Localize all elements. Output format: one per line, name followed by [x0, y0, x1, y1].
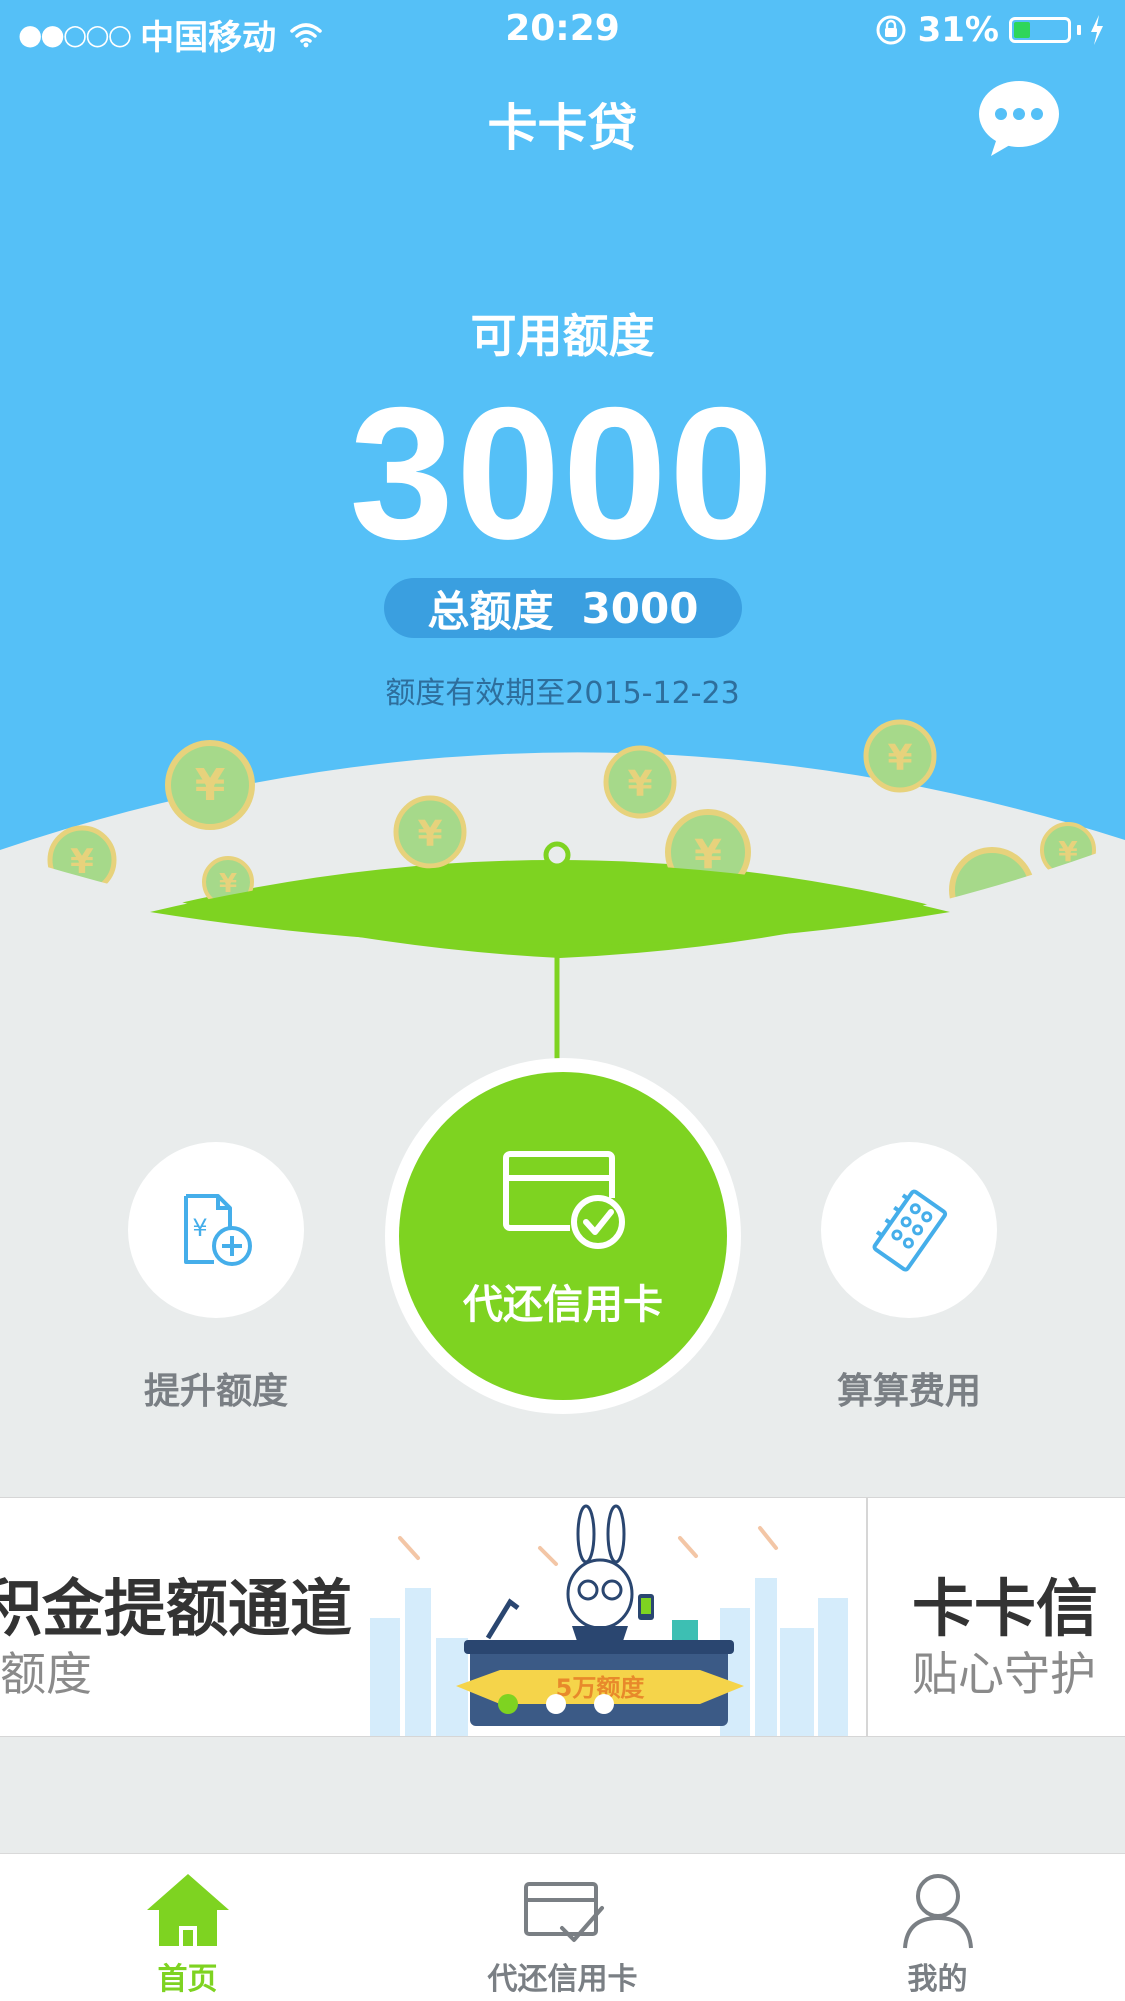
- svg-text:¥: ¥: [887, 738, 912, 779]
- battery-icon: [1009, 17, 1071, 43]
- card-check-icon: [503, 1151, 625, 1249]
- raise-credit-label: 提升额度: [143, 1371, 288, 1412]
- banner-title: 积金提额通道: [0, 1572, 353, 1645]
- chat-bubble-icon[interactable]: [973, 78, 1065, 160]
- carousel-indicator: [498, 1694, 614, 1714]
- fee-calculator-label: 算算费用: [836, 1371, 981, 1412]
- receipt-calculator-icon: [872, 1189, 948, 1272]
- tab-mine-label: 我的: [907, 1962, 968, 1997]
- total-credit-pill: 总额度 3000: [384, 578, 742, 638]
- rotation-lock-icon: [876, 15, 906, 45]
- app-screen: ●●○○○ 中国移动 20:29 31% 卡卡贷 可用额度 3000 总额度 3…: [0, 0, 1125, 2001]
- battery-level: [1014, 22, 1030, 38]
- banner-next-subtitle: 贴心守护: [912, 1647, 1096, 1701]
- tab-home[interactable]: 首页: [0, 1854, 375, 2001]
- status-right: 31%: [874, 10, 1105, 50]
- banner-divider: [866, 1498, 868, 1736]
- quick-actions: ¥ 提升额度 代还信用卡 算算费用: [0, 1000, 1125, 1480]
- banner-next-title: 卡卡信: [912, 1572, 1099, 1645]
- raise-credit-button[interactable]: ¥: [128, 1142, 304, 1318]
- fee-calculator-button[interactable]: [821, 1142, 997, 1318]
- banner-subtitle: 额度: [0, 1647, 92, 1701]
- coin-icon: ¥: [165, 740, 255, 830]
- total-credit-value: 3000: [581, 583, 699, 633]
- tab-home-label: 首页: [157, 1962, 218, 1997]
- card-check-icon: [523, 1882, 604, 1942]
- page-title: 卡卡贷: [487, 99, 638, 157]
- carousel-dot-active[interactable]: [498, 1694, 518, 1714]
- battery-percent: 31%: [917, 10, 999, 50]
- available-credit-value: 3000: [349, 368, 776, 578]
- svg-text:¥: ¥: [195, 760, 226, 811]
- tab-mine[interactable]: 我的: [750, 1854, 1125, 2001]
- svg-text:¥: ¥: [417, 814, 442, 855]
- carousel-dot[interactable]: [546, 1694, 566, 1714]
- document-yuan-plus-icon: ¥: [184, 1194, 252, 1266]
- tab-repay-card-label: 代还信用卡: [487, 1962, 638, 1997]
- home-icon: [146, 1874, 229, 1946]
- charging-icon: [1091, 15, 1103, 45]
- battery-tip: [1077, 25, 1081, 35]
- promo-banner-carousel[interactable]: 积金提额通道 额度 5万额度 卡卡信 贴心守护: [0, 1497, 1125, 1737]
- carousel-dot[interactable]: [594, 1694, 614, 1714]
- tab-repay-card[interactable]: 代还信用卡: [375, 1854, 750, 2001]
- repay-card-label: 代还信用卡: [463, 1282, 663, 1328]
- svg-text:¥: ¥: [192, 1214, 207, 1242]
- coin-icon: ¥: [393, 795, 467, 869]
- user-icon: [902, 1874, 973, 1949]
- coin-icon: ¥: [863, 719, 937, 793]
- available-credit-label: 可用额度: [470, 309, 655, 363]
- status-bar: ●●○○○ 中国移动 20:29 31%: [0, 0, 1125, 60]
- tab-bar: 首页 代还信用卡 我的: [0, 1853, 1125, 2001]
- coin-icon: ¥: [603, 745, 677, 819]
- total-credit-label: 总额度: [427, 586, 554, 636]
- svg-text:¥: ¥: [627, 764, 652, 805]
